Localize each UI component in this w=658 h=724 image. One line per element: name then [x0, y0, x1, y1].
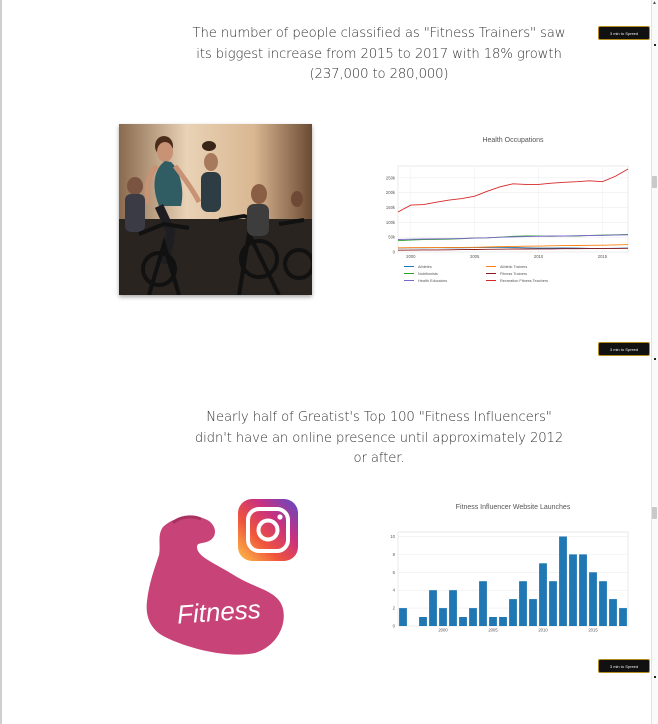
bar: [569, 554, 577, 626]
x-tick-label: 2000: [406, 254, 416, 259]
bar: [439, 608, 447, 626]
spreed-badge[interactable]: 3 min to Spreed: [598, 342, 650, 356]
bar: [609, 599, 617, 626]
fitness-influencers-stat: Nearly half of Greatist's Top 100 "Fitne…: [194, 410, 564, 466]
bar: [469, 608, 477, 626]
bar: [399, 608, 407, 626]
fitness-trainers-stat: The number of people classified as "Fitn…: [192, 26, 566, 82]
arm-fitness-text: Fitness: [176, 594, 262, 630]
scrollbar-thumb[interactable]: [652, 176, 657, 188]
y-tick-label: 100k: [386, 220, 396, 225]
y-tick-label: 6: [393, 570, 396, 575]
scrollbar-thumb-secondary[interactable]: [652, 507, 657, 519]
x-tick-label: 2010: [534, 254, 544, 259]
legend-label: Health Educators: [418, 279, 447, 283]
influencer-launches-chart: 0 2 4 6 8 10 2000 2005 2010 2015: [390, 531, 629, 633]
legend-label: Fitness Trainers: [500, 272, 527, 276]
spreed-badge[interactable]: 3 min to Spreed: [598, 659, 650, 673]
legend-label: Recreation Fitness Teachers: [500, 279, 548, 283]
bar: [459, 617, 467, 626]
y-tick-label: 50k: [388, 235, 396, 240]
health-occupations-chart: 0 50k 100k 150k 200k 250k 2000 2005 2010 2015 Athl…: [386, 165, 629, 283]
spreed-dot: [654, 358, 656, 360]
bar: [579, 554, 587, 626]
spreed-badge[interactable]: 3 min to Spreed: [598, 26, 650, 40]
x-tick-label: 2000: [438, 628, 448, 633]
x-tick-label: 2005: [470, 254, 480, 259]
x-tick-label: 2005: [488, 628, 498, 633]
x-tick-label: 2015: [598, 254, 608, 259]
spreed-dot: [654, 676, 656, 678]
y-tick-label: 4: [393, 588, 396, 593]
x-tick-label: 2015: [588, 628, 598, 633]
bar: [419, 617, 427, 626]
line-chart-title: Health Occupations: [482, 137, 544, 144]
bar: [589, 572, 597, 626]
scrollbar-track[interactable]: [651, 0, 658, 724]
y-tick-label: 2: [393, 606, 396, 611]
bar: [549, 581, 557, 626]
bar: [499, 617, 507, 626]
y-tick-label: 0: [393, 250, 396, 255]
bar: [509, 599, 517, 626]
bar: [519, 581, 527, 626]
bar: [539, 563, 547, 626]
bar-chart-title: Fitness Influencer Website Launches: [455, 504, 571, 511]
legend-label: Athletes: [418, 265, 432, 269]
bar: [479, 581, 487, 626]
y-tick-label: 200k: [386, 190, 396, 195]
legend-label: Nutritionists: [418, 272, 438, 276]
spreed-dot: [654, 44, 656, 46]
bar: [599, 581, 607, 626]
bar: [449, 590, 457, 626]
bar: [429, 590, 437, 626]
y-tick-label: 8: [393, 552, 396, 557]
y-tick-label: 0: [393, 624, 396, 629]
bar: [619, 608, 627, 626]
spin-class-photo: [119, 124, 312, 295]
y-tick-label: 10: [390, 534, 395, 539]
x-tick-label: 2010: [538, 628, 548, 633]
page-edge: [0, 0, 2, 724]
instagram-icon: [238, 499, 298, 561]
y-tick-label: 250k: [386, 175, 396, 180]
fitness-arm-logo: Fitness: [146, 499, 298, 655]
bar: [559, 536, 567, 626]
scroll-up-arrow[interactable]: ▲: [652, 0, 657, 6]
bar: [529, 599, 537, 626]
y-tick-label: 150k: [386, 205, 396, 210]
bar: [489, 617, 497, 626]
legend-label: Athletic Trainers: [500, 265, 527, 269]
